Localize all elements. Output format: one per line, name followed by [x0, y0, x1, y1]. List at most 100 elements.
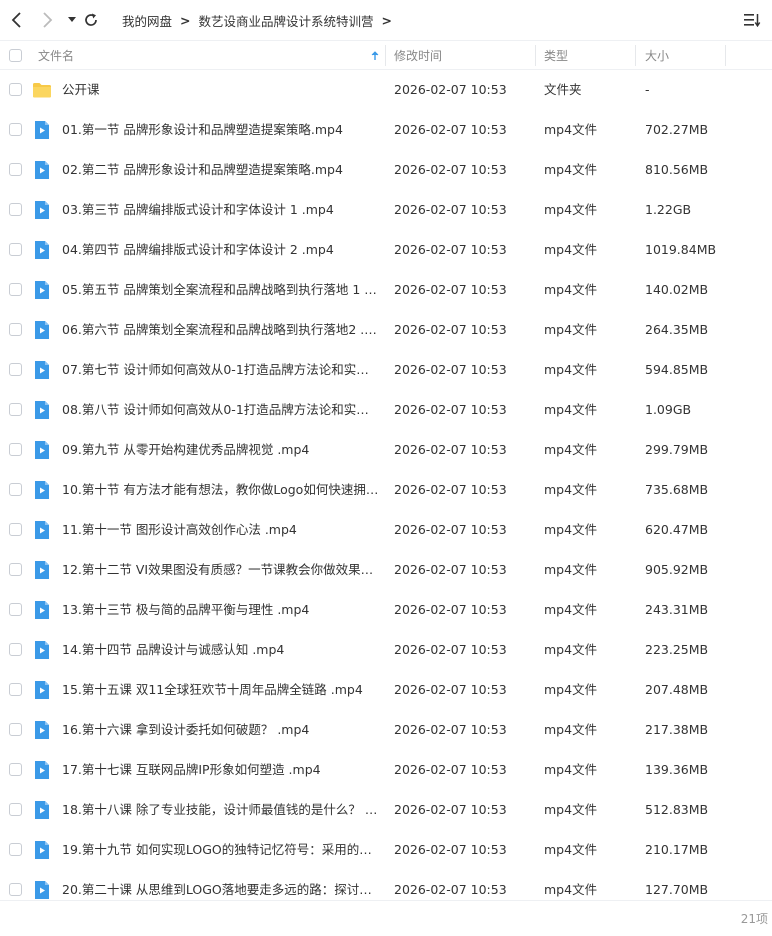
column-type-label: 类型	[544, 49, 569, 63]
breadcrumb-root[interactable]: 我的网盘	[122, 11, 172, 30]
table-row[interactable]: 02.第二节 品牌形象设计和品牌塑造提案策略.mp4 2026-02-07 10:…	[0, 150, 772, 190]
file-size: -	[645, 82, 650, 97]
row-checkbox[interactable]	[9, 403, 22, 416]
file-name[interactable]: 17.第十七课 互联网品牌IP形象如何塑造 .mp4	[62, 750, 380, 790]
file-name[interactable]: 12.第十二节 VI效果图没有质感？一节课教会你做效果图...	[62, 550, 380, 590]
table-row[interactable]: 06.第六节 品牌策划全案流程和品牌战略到执行落地2 .mp4 2026-02-0…	[0, 310, 772, 350]
row-checkbox[interactable]	[9, 483, 22, 496]
table-row[interactable]: 03.第三节 品牌编排版式设计和字体设计 1 .mp4 2026-02-07 10…	[0, 190, 772, 230]
row-checkbox[interactable]	[9, 803, 22, 816]
file-name[interactable]: 18.第十八课 除了专业技能，设计师最值钱的是什么？ .m...	[62, 790, 380, 830]
file-name[interactable]: 04.第四节 品牌编排版式设计和字体设计 2 .mp4	[62, 230, 380, 270]
file-size: 217.38MB	[645, 722, 709, 737]
file-type: mp4文件	[544, 802, 598, 817]
row-checkbox[interactable]	[9, 723, 22, 736]
row-checkbox[interactable]	[9, 163, 22, 176]
row-checkbox[interactable]	[9, 123, 22, 136]
column-divider[interactable]	[725, 45, 726, 66]
column-divider[interactable]	[535, 45, 536, 66]
table-row[interactable]: 09.第九节 从零开始构建优秀品牌视觉 .mp4 2026-02-07 10:53…	[0, 430, 772, 470]
table-row[interactable]: 07.第七节 设计师如何高效从0-1打造品牌方法论和实战演... 2026-02-…	[0, 350, 772, 390]
column-divider[interactable]	[385, 45, 386, 66]
table-row[interactable]: 05.第五节 品牌策划全案流程和品牌战略到执行落地 1 .m... 2026-02…	[0, 270, 772, 310]
file-name[interactable]: 07.第七节 设计师如何高效从0-1打造品牌方法论和实战演...	[62, 350, 380, 390]
column-modified-header[interactable]: 修改时间	[394, 41, 534, 70]
row-checkbox[interactable]	[9, 283, 22, 296]
table-row[interactable]: 10.第十节 有方法才能有想法，教你做Logo如何快速拥有... 2026-02-…	[0, 470, 772, 510]
video-file-icon	[32, 200, 52, 220]
file-type: mp4文件	[544, 282, 598, 297]
file-type: mp4文件	[544, 522, 598, 537]
sort-ascending-icon	[371, 51, 379, 60]
table-row[interactable]: 15.第十五课 双11全球狂欢节十周年品牌全链路 .mp4 2026-02-07 …	[0, 670, 772, 710]
row-checkbox[interactable]	[9, 763, 22, 776]
back-button[interactable]	[6, 9, 28, 31]
file-name[interactable]: 03.第三节 品牌编排版式设计和字体设计 1 .mp4	[62, 190, 380, 230]
file-name[interactable]: 16.第十六课 拿到设计委托如何破题？ .mp4	[62, 710, 380, 750]
column-size-header[interactable]: 大小	[645, 41, 725, 70]
file-modified: 2026-02-07 10:53	[394, 602, 507, 617]
row-checkbox[interactable]	[9, 683, 22, 696]
table-row[interactable]: 01.第一节 品牌形象设计和品牌塑造提案策略.mp4 2026-02-07 10:…	[0, 110, 772, 150]
row-checkbox[interactable]	[9, 243, 22, 256]
breadcrumb-current[interactable]: 数艺设商业品牌设计系统特训营	[199, 11, 374, 30]
table-row[interactable]: 08.第八节 设计师如何高效从0-1打造品牌方法论和实战演... 2026-02-…	[0, 390, 772, 430]
refresh-button[interactable]	[80, 9, 102, 31]
file-size: 512.83MB	[645, 802, 709, 817]
sort-menu-button[interactable]	[742, 10, 762, 30]
table-row[interactable]: 04.第四节 品牌编排版式设计和字体设计 2 .mp4 2026-02-07 10…	[0, 230, 772, 270]
video-file-icon	[32, 520, 52, 540]
row-checkbox[interactable]	[9, 843, 22, 856]
file-name[interactable]: 01.第一节 品牌形象设计和品牌塑造提案策略.mp4	[62, 110, 380, 150]
row-checkbox[interactable]	[9, 203, 22, 216]
row-checkbox[interactable]	[9, 523, 22, 536]
table-row[interactable]: 14.第十四节 品牌设计与诚感认知 .mp4 2026-02-07 10:53 mp…	[0, 630, 772, 670]
file-modified: 2026-02-07 10:53	[394, 802, 507, 817]
file-modified: 2026-02-07 10:53	[394, 82, 507, 97]
column-name-header[interactable]: 文件名	[38, 41, 383, 70]
row-checkbox[interactable]	[9, 443, 22, 456]
file-modified: 2026-02-07 10:53	[394, 242, 507, 257]
column-type-header[interactable]: 类型	[544, 41, 634, 70]
column-divider[interactable]	[635, 45, 636, 66]
table-row[interactable]: 公开课 2026-02-07 10:53 文件夹 -	[0, 70, 772, 110]
row-checkbox[interactable]	[9, 363, 22, 376]
file-name[interactable]: 11.第十一节 图形设计高效创作心法 .mp4	[62, 510, 380, 550]
table-row[interactable]: 18.第十八课 除了专业技能，设计师最值钱的是什么？ .m... 2026-02-…	[0, 790, 772, 830]
row-checkbox[interactable]	[9, 883, 22, 896]
video-file-icon	[32, 120, 52, 140]
table-row[interactable]: 16.第十六课 拿到设计委托如何破题？ .mp4 2026-02-07 10:53…	[0, 710, 772, 750]
breadcrumb-separator[interactable]: >	[382, 13, 392, 28]
row-checkbox[interactable]	[9, 643, 22, 656]
file-name[interactable]: 公开课	[62, 70, 380, 110]
file-name[interactable]: 13.第十三节 极与简的品牌平衡与理性 .mp4	[62, 590, 380, 630]
select-all-checkbox[interactable]	[9, 49, 22, 62]
file-modified: 2026-02-07 10:53	[394, 762, 507, 777]
file-name[interactable]: 09.第九节 从零开始构建优秀品牌视觉 .mp4	[62, 430, 380, 470]
file-size: 139.36MB	[645, 762, 709, 777]
row-checkbox[interactable]	[9, 563, 22, 576]
video-file-icon	[32, 880, 52, 900]
file-modified: 2026-02-07 10:53	[394, 202, 507, 217]
file-name[interactable]: 19.第十九节 如何实现LOGO的独特记忆符号：采用的独...	[62, 830, 380, 870]
row-checkbox[interactable]	[9, 603, 22, 616]
table-row[interactable]: 19.第十九节 如何实现LOGO的独特记忆符号：采用的独... 2026-02-0…	[0, 830, 772, 870]
file-name[interactable]: 15.第十五课 双11全球狂欢节十周年品牌全链路 .mp4	[62, 670, 380, 710]
file-name[interactable]: 05.第五节 品牌策划全案流程和品牌战略到执行落地 1 .m...	[62, 270, 380, 310]
file-name[interactable]: 08.第八节 设计师如何高效从0-1打造品牌方法论和实战演...	[62, 390, 380, 430]
video-file-icon	[32, 640, 52, 660]
row-checkbox[interactable]	[9, 323, 22, 336]
chevron-left-icon	[11, 12, 21, 28]
table-row[interactable]: 13.第十三节 极与简的品牌平衡与理性 .mp4 2026-02-07 10:53…	[0, 590, 772, 630]
refresh-icon	[85, 13, 97, 26]
file-modified: 2026-02-07 10:53	[394, 522, 507, 537]
row-checkbox[interactable]	[9, 83, 22, 96]
file-name[interactable]: 02.第二节 品牌形象设计和品牌塑造提案策略.mp4	[62, 150, 380, 190]
table-row[interactable]: 11.第十一节 图形设计高效创作心法 .mp4 2026-02-07 10:53 m…	[0, 510, 772, 550]
file-name[interactable]: 06.第六节 品牌策划全案流程和品牌战略到执行落地2 .mp4	[62, 310, 380, 350]
file-name[interactable]: 14.第十四节 品牌设计与诚感认知 .mp4	[62, 630, 380, 670]
forward-button[interactable]	[36, 9, 58, 31]
table-row[interactable]: 17.第十七课 互联网品牌IP形象如何塑造 .mp4 2026-02-07 10:…	[0, 750, 772, 790]
table-row[interactable]: 12.第十二节 VI效果图没有质感？一节课教会你做效果图... 2026-02-0…	[0, 550, 772, 590]
file-name[interactable]: 10.第十节 有方法才能有想法，教你做Logo如何快速拥有...	[62, 470, 380, 510]
